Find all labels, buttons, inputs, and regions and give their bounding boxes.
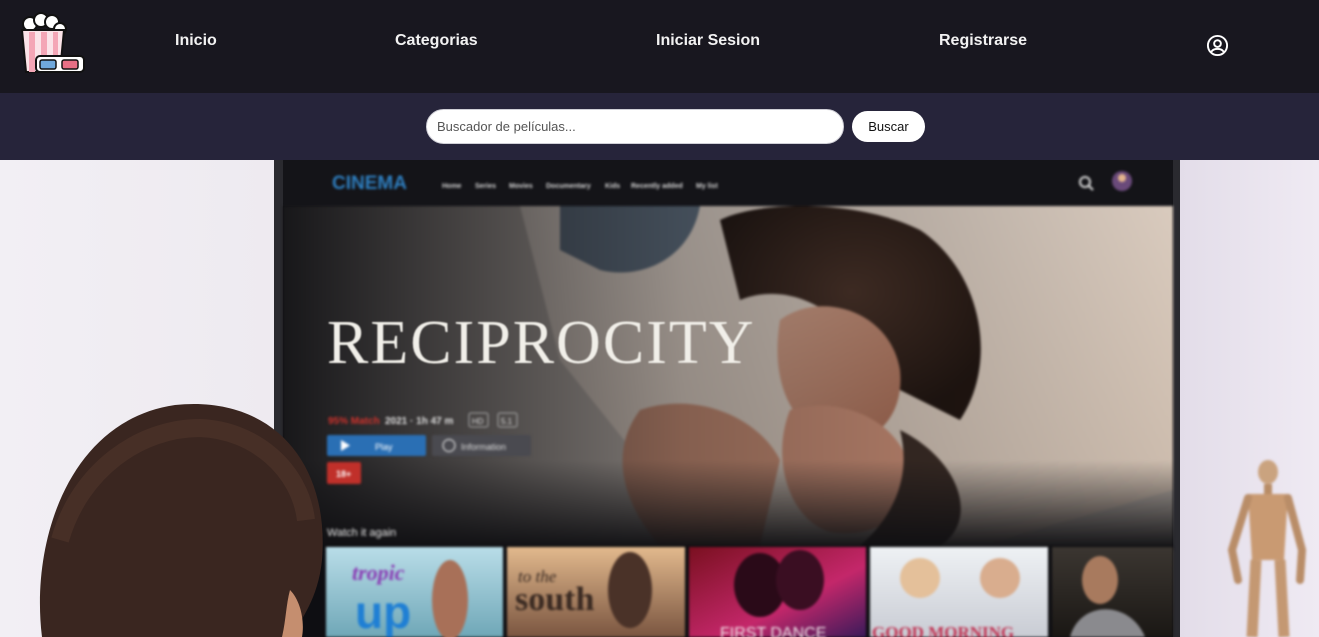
svg-text:tropic: tropic xyxy=(352,560,405,585)
tv-menu-item: Recently added xyxy=(631,183,683,190)
nav-inicio-link[interactable]: Inicio xyxy=(175,32,217,50)
popcorn-3d-glasses-icon[interactable] xyxy=(16,12,86,76)
thumbnail-tropic-up: tropic up xyxy=(326,547,503,637)
svg-text:up: up xyxy=(355,586,411,637)
information-label: Information xyxy=(461,442,506,452)
svg-text:GOOD MORNING: GOOD MORNING xyxy=(872,623,1014,637)
nav-registrarse-link[interactable]: Registrarse xyxy=(939,32,1027,50)
tv-menu-item: Kids xyxy=(605,183,620,190)
movie-search-input[interactable] xyxy=(426,109,844,144)
tv-menu-item: Home xyxy=(442,183,462,190)
thumbnail-first-dance: FIRST DANCE xyxy=(689,547,866,637)
nav-categorias-link[interactable]: Categorias xyxy=(395,32,478,50)
hd-badge: HD xyxy=(472,417,484,426)
tv-menu-item: Movies xyxy=(509,183,533,190)
match-score: 95% Match xyxy=(328,416,380,427)
hero-banner-image: CINEMA Home Series Movies Documentary Ki… xyxy=(0,160,1319,637)
thumbnail-row: tropic up to the south FIRST DANCE GOOD … xyxy=(326,547,1173,637)
tv-screen: CINEMA Home Series Movies Documentary Ki… xyxy=(274,160,1180,637)
nav-iniciar-sesion-link[interactable]: Iniciar Sesion xyxy=(656,32,760,50)
age-rating-label: 18+ xyxy=(336,469,351,479)
user-circle-icon[interactable] xyxy=(1206,34,1229,57)
tv-brand-logo: CINEMA xyxy=(332,173,407,194)
svg-text:FIRST DANCE: FIRST DANCE xyxy=(720,625,826,637)
thumbnail-woman-portrait xyxy=(1052,547,1173,637)
play-label: Play xyxy=(375,442,393,452)
featured-artwork xyxy=(283,206,1173,550)
search-bar: Buscar xyxy=(0,93,1319,160)
thumbnail-to-the-south: to the south xyxy=(507,547,685,637)
search-button[interactable]: Buscar xyxy=(852,111,925,142)
svg-text:south: south xyxy=(515,581,594,618)
row-title: Watch it again xyxy=(327,527,396,539)
thumbnail-good-morning: GOOD MORNING xyxy=(870,547,1048,637)
featured-meta: 2021 · 1h 47 m xyxy=(385,416,453,427)
top-navbar: Inicio Categorias Iniciar Sesion Registr… xyxy=(0,0,1319,93)
featured-title: RECIPROCITY xyxy=(327,309,755,377)
tv-menu-item: Series xyxy=(475,183,496,190)
tv-menu-item: Documentary xyxy=(546,183,591,190)
audio-badge: 5.1 xyxy=(501,417,513,426)
tv-menu-item: My list xyxy=(696,183,718,190)
